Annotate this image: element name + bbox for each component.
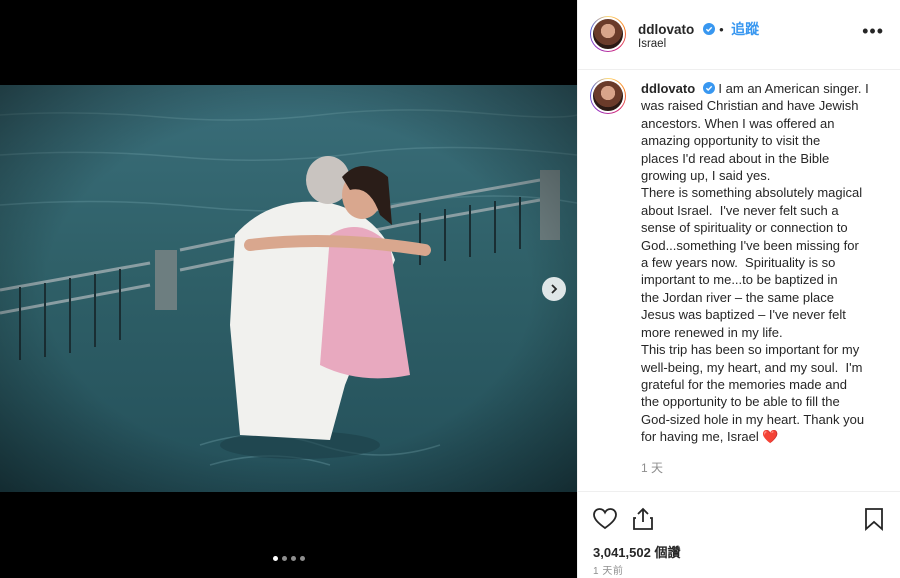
caption-line: sense of spirituality or connection to xyxy=(641,220,848,236)
post-date[interactable]: 1 天前 xyxy=(593,562,623,577)
heart-emoji: ❤️ xyxy=(762,429,779,445)
verified-badge-icon xyxy=(702,82,715,94)
caption-text: ddlovato I am an American singer. I was … xyxy=(641,80,886,446)
caption-line: Jesus was baptized – I've never felt xyxy=(641,307,846,323)
heart-outline-icon[interactable] xyxy=(592,506,618,532)
caption-line: a few years now. Spirituality is so xyxy=(641,255,836,271)
author-username[interactable]: ddlovato xyxy=(638,22,694,37)
post-photo[interactable] xyxy=(0,85,577,492)
post-location[interactable]: Israel xyxy=(638,38,666,50)
caption-line: the Jordan river – the same place xyxy=(641,289,834,305)
carousel-dot xyxy=(272,556,278,561)
carousel-dot xyxy=(299,556,305,561)
post-actions: 3,041,502 個讚 1 天前 xyxy=(578,491,900,577)
caption-line: grateful for the memories made and xyxy=(641,376,847,392)
author-avatar[interactable] xyxy=(590,16,626,52)
caption-line: God-sized hole in my heart. Thank you xyxy=(641,411,865,427)
caption-line: well-being, my heart, and my soul. I'm xyxy=(641,359,863,375)
share-icon[interactable] xyxy=(630,506,656,532)
carousel-dot xyxy=(281,556,287,561)
caption-line: important to me...to be baptized in xyxy=(641,272,838,288)
caption-line: I am an American singer. I xyxy=(718,81,869,96)
header-userline: ddlovato • 追蹤 xyxy=(638,19,759,39)
more-options-button[interactable]: ••• xyxy=(862,22,884,40)
caption-line: was raised Christian and have Jewish xyxy=(641,98,859,114)
caption-username[interactable]: ddlovato xyxy=(641,81,695,96)
caption-line: the opportunity to be able to fill the xyxy=(641,394,840,410)
caption-line: There is something absolutely magical xyxy=(641,185,863,201)
avatar-image xyxy=(591,79,625,113)
chevron-right-icon xyxy=(551,284,558,294)
caption-line: places I'd read about in the Bible xyxy=(641,150,830,166)
separator-dot: • xyxy=(719,22,724,37)
post-side-panel: ddlovato • 追蹤 Israel ••• ddlovato I am a… xyxy=(577,0,900,578)
instagram-post-modal: ddlovato • 追蹤 Israel ••• ddlovato I am a… xyxy=(0,0,900,578)
caption-line: more renewed in my life. xyxy=(641,324,783,340)
caption-timestamp[interactable]: 1 天 xyxy=(641,459,663,476)
likes-count[interactable]: 3,041,502 個讚 xyxy=(593,542,680,561)
caption-line: growing up, I said yes. xyxy=(641,168,771,184)
caption-line: This trip has been so important for my xyxy=(641,342,860,358)
caption-line: for having me, Israel xyxy=(641,429,759,445)
avatar-image xyxy=(591,17,625,51)
follow-button[interactable]: 追蹤 xyxy=(731,21,759,37)
caption-line: amazing opportunity to visit the xyxy=(641,133,821,149)
caption-avatar[interactable] xyxy=(590,78,626,114)
carousel-indicator xyxy=(0,556,577,561)
bookmark-icon[interactable] xyxy=(861,506,887,532)
post-media-panel xyxy=(0,0,577,578)
carousel-dot xyxy=(290,556,296,561)
caption-line: about Israel. I've never felt such a xyxy=(641,202,839,218)
caption-line: ancestors. When I was offered an xyxy=(641,115,835,131)
carousel-next-button[interactable] xyxy=(542,277,566,301)
caption-line: God...something I've been missing for xyxy=(641,237,859,253)
verified-badge-icon xyxy=(702,23,715,35)
post-header: ddlovato • 追蹤 Israel ••• xyxy=(578,0,900,70)
